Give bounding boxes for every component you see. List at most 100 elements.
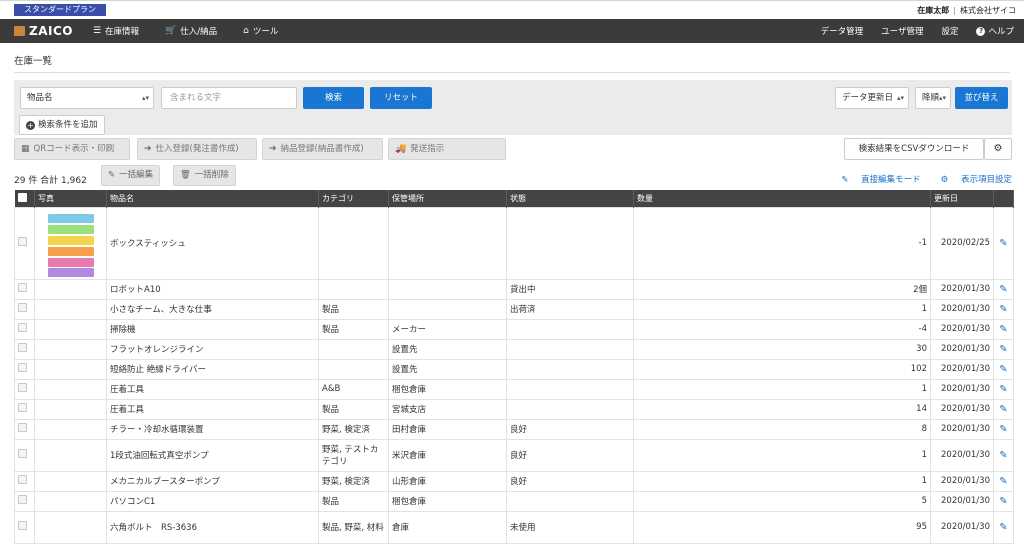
row-checkbox[interactable]: [18, 343, 27, 352]
pencil-icon[interactable]: ✎: [999, 238, 1007, 249]
name-cell[interactable]: 短絡防止 絶縁ドライバー: [106, 358, 319, 380]
row-checkbox[interactable]: [18, 283, 27, 292]
name-cell[interactable]: 圧着工具: [106, 398, 319, 420]
search-button[interactable]: 検索: [303, 87, 364, 109]
row-checkbox[interactable]: [18, 423, 27, 432]
csv-settings-button[interactable]: ⚙: [984, 138, 1012, 160]
csv-download-button[interactable]: 検索結果をCSVダウンロード: [844, 138, 984, 160]
table-row[interactable]: ロボットA10 貸出中 2個 2020/01/30 ✎: [14, 278, 1014, 300]
row-checkbox[interactable]: [18, 383, 27, 392]
search-field-select[interactable]: 物品名 ▴▾: [20, 87, 154, 109]
name-cell[interactable]: フラットオレンジライン: [106, 338, 319, 360]
table-row[interactable]: 小さなチーム、大きな仕事 製品 出荷済 1 2020/01/30 ✎: [14, 298, 1014, 320]
col-name[interactable]: 物品名: [106, 190, 319, 207]
col-updated[interactable]: 更新日: [930, 190, 994, 207]
row-checkbox[interactable]: [18, 475, 27, 484]
product-photo[interactable]: [44, 210, 98, 277]
row-checkbox[interactable]: [18, 323, 27, 332]
name-cell[interactable]: 小さなチーム、大きな仕事: [106, 298, 319, 320]
col-location[interactable]: 保管場所: [388, 190, 507, 207]
user-info[interactable]: 在庫太郎 | 株式会社ザイコ: [917, 5, 1016, 16]
edit-cell[interactable]: ✎: [993, 438, 1014, 472]
row-checkbox-cell[interactable]: [14, 438, 35, 472]
name-cell[interactable]: 1段式油回転式真空ポンプ: [106, 438, 319, 472]
pencil-icon[interactable]: ✎: [999, 324, 1007, 335]
edit-cell[interactable]: ✎: [993, 418, 1014, 440]
reset-button[interactable]: リセット: [370, 87, 432, 109]
nav-purchase[interactable]: 🛒 仕入/納品: [165, 25, 217, 37]
name-cell[interactable]: 六角ボルト RS-3636: [106, 510, 319, 544]
name-cell[interactable]: 圧着工具: [106, 378, 319, 400]
row-checkbox[interactable]: [18, 521, 27, 530]
select-all-checkbox[interactable]: [17, 192, 27, 202]
nav-tools[interactable]: ⌂ ツール: [243, 25, 278, 37]
purchase-register-button[interactable]: ➔ 仕入登録(発注書作成): [137, 138, 257, 160]
add-condition-button[interactable]: + 検索条件を追加: [19, 115, 105, 135]
table-row[interactable]: 圧着工具 A&B 梱包倉庫 1 2020/01/30 ✎: [14, 378, 1014, 400]
qr-button[interactable]: ▦ QRコード表示・印刷: [14, 138, 130, 160]
name-cell[interactable]: ロボットA10: [106, 278, 319, 300]
row-checkbox-cell[interactable]: [14, 510, 35, 544]
pencil-icon[interactable]: ✎: [999, 424, 1007, 435]
row-checkbox-cell[interactable]: [14, 470, 35, 492]
table-row[interactable]: 六角ボルト RS-3636 製品, 野菜, 材料 倉庫 未使用 95 2020/01/30…: [14, 510, 1014, 544]
edit-cell[interactable]: ✎: [993, 318, 1014, 340]
edit-cell[interactable]: ✎: [993, 490, 1014, 512]
name-cell[interactable]: チラー・冷却水循環装置: [106, 418, 319, 440]
pencil-icon[interactable]: ✎: [999, 450, 1007, 461]
name-cell[interactable]: パソコンC1: [106, 490, 319, 512]
pencil-icon[interactable]: ✎: [999, 364, 1007, 375]
edit-cell[interactable]: ✎: [993, 510, 1014, 544]
table-row[interactable]: フラットオレンジライン 設置先 30 2020/01/30 ✎: [14, 338, 1014, 360]
row-checkbox[interactable]: [18, 495, 27, 504]
edit-cell[interactable]: ✎: [993, 358, 1014, 380]
column-settings-link[interactable]: ⚙ 表示項目設定: [931, 173, 1012, 185]
sort-button[interactable]: 並び替え: [955, 87, 1008, 109]
row-checkbox-cell[interactable]: [14, 418, 35, 440]
row-checkbox-cell[interactable]: [14, 398, 35, 420]
table-row[interactable]: ボックスティッシュ -1 2020/02/25 ✎: [14, 206, 1014, 280]
row-checkbox[interactable]: [18, 303, 27, 312]
row-checkbox-cell[interactable]: [14, 298, 35, 320]
zaico-logo[interactable]: ZAICO: [14, 24, 73, 38]
direct-edit-link[interactable]: ✎ 直接編集モード: [831, 173, 920, 185]
nav-user-management[interactable]: ユーザ管理: [881, 25, 923, 37]
row-checkbox-cell[interactable]: [14, 378, 35, 400]
name-cell[interactable]: メカニカルブースターポンプ: [106, 470, 319, 492]
name-cell[interactable]: 掃除機: [106, 318, 319, 340]
row-checkbox[interactable]: [18, 363, 27, 372]
pencil-icon[interactable]: ✎: [999, 284, 1007, 295]
sort-field-select[interactable]: データ更新日 ▴▾: [835, 87, 909, 109]
pencil-icon[interactable]: ✎: [999, 384, 1007, 395]
name-cell[interactable]: ボックスティッシュ: [106, 206, 319, 280]
row-checkbox[interactable]: [18, 403, 27, 412]
search-input[interactable]: 含まれる文字: [161, 87, 297, 109]
nav-help[interactable]: ? ヘルプ: [976, 25, 1014, 37]
edit-cell[interactable]: ✎: [993, 298, 1014, 320]
row-checkbox-cell[interactable]: [14, 358, 35, 380]
row-checkbox-cell[interactable]: [14, 318, 35, 340]
nav-data-management[interactable]: データ管理: [821, 25, 864, 37]
table-row[interactable]: メカニカルブースターポンプ 野菜, 検定済 山形倉庫 良好 1 2020/01/30 ✎: [14, 470, 1014, 492]
sort-order-select[interactable]: 降順 ▴▾: [915, 87, 951, 109]
bulk-delete-button[interactable]: 🗑 一括削除: [173, 165, 236, 186]
select-all-cell[interactable]: [14, 190, 35, 207]
pencil-icon[interactable]: ✎: [999, 304, 1007, 315]
shipping-instruction-button[interactable]: 🚚 発送指示: [388, 138, 506, 160]
table-row[interactable]: 短絡防止 絶縁ドライバー 設置先 102 2020/01/30 ✎: [14, 358, 1014, 380]
nav-stock[interactable]: ☰ 在庫情報: [93, 25, 139, 37]
edit-cell[interactable]: ✎: [993, 338, 1014, 360]
row-checkbox-cell[interactable]: [14, 338, 35, 360]
pencil-icon[interactable]: ✎: [999, 476, 1007, 487]
row-checkbox-cell[interactable]: [14, 490, 35, 512]
delivery-register-button[interactable]: ➔ 納品登録(納品書作成): [262, 138, 383, 160]
pencil-icon[interactable]: ✎: [999, 496, 1007, 507]
user-name[interactable]: 在庫太郎: [917, 6, 949, 15]
table-row[interactable]: パソコンC1 製品 梱包倉庫 5 2020/01/30 ✎: [14, 490, 1014, 512]
row-checkbox[interactable]: [18, 237, 27, 246]
table-row[interactable]: 圧着工具 製品 宮城支店 14 2020/01/30 ✎: [14, 398, 1014, 420]
row-checkbox[interactable]: [18, 449, 27, 458]
col-status[interactable]: 状態: [506, 190, 634, 207]
col-photo[interactable]: 写真: [34, 190, 107, 207]
col-category[interactable]: カテゴリ: [318, 190, 389, 207]
